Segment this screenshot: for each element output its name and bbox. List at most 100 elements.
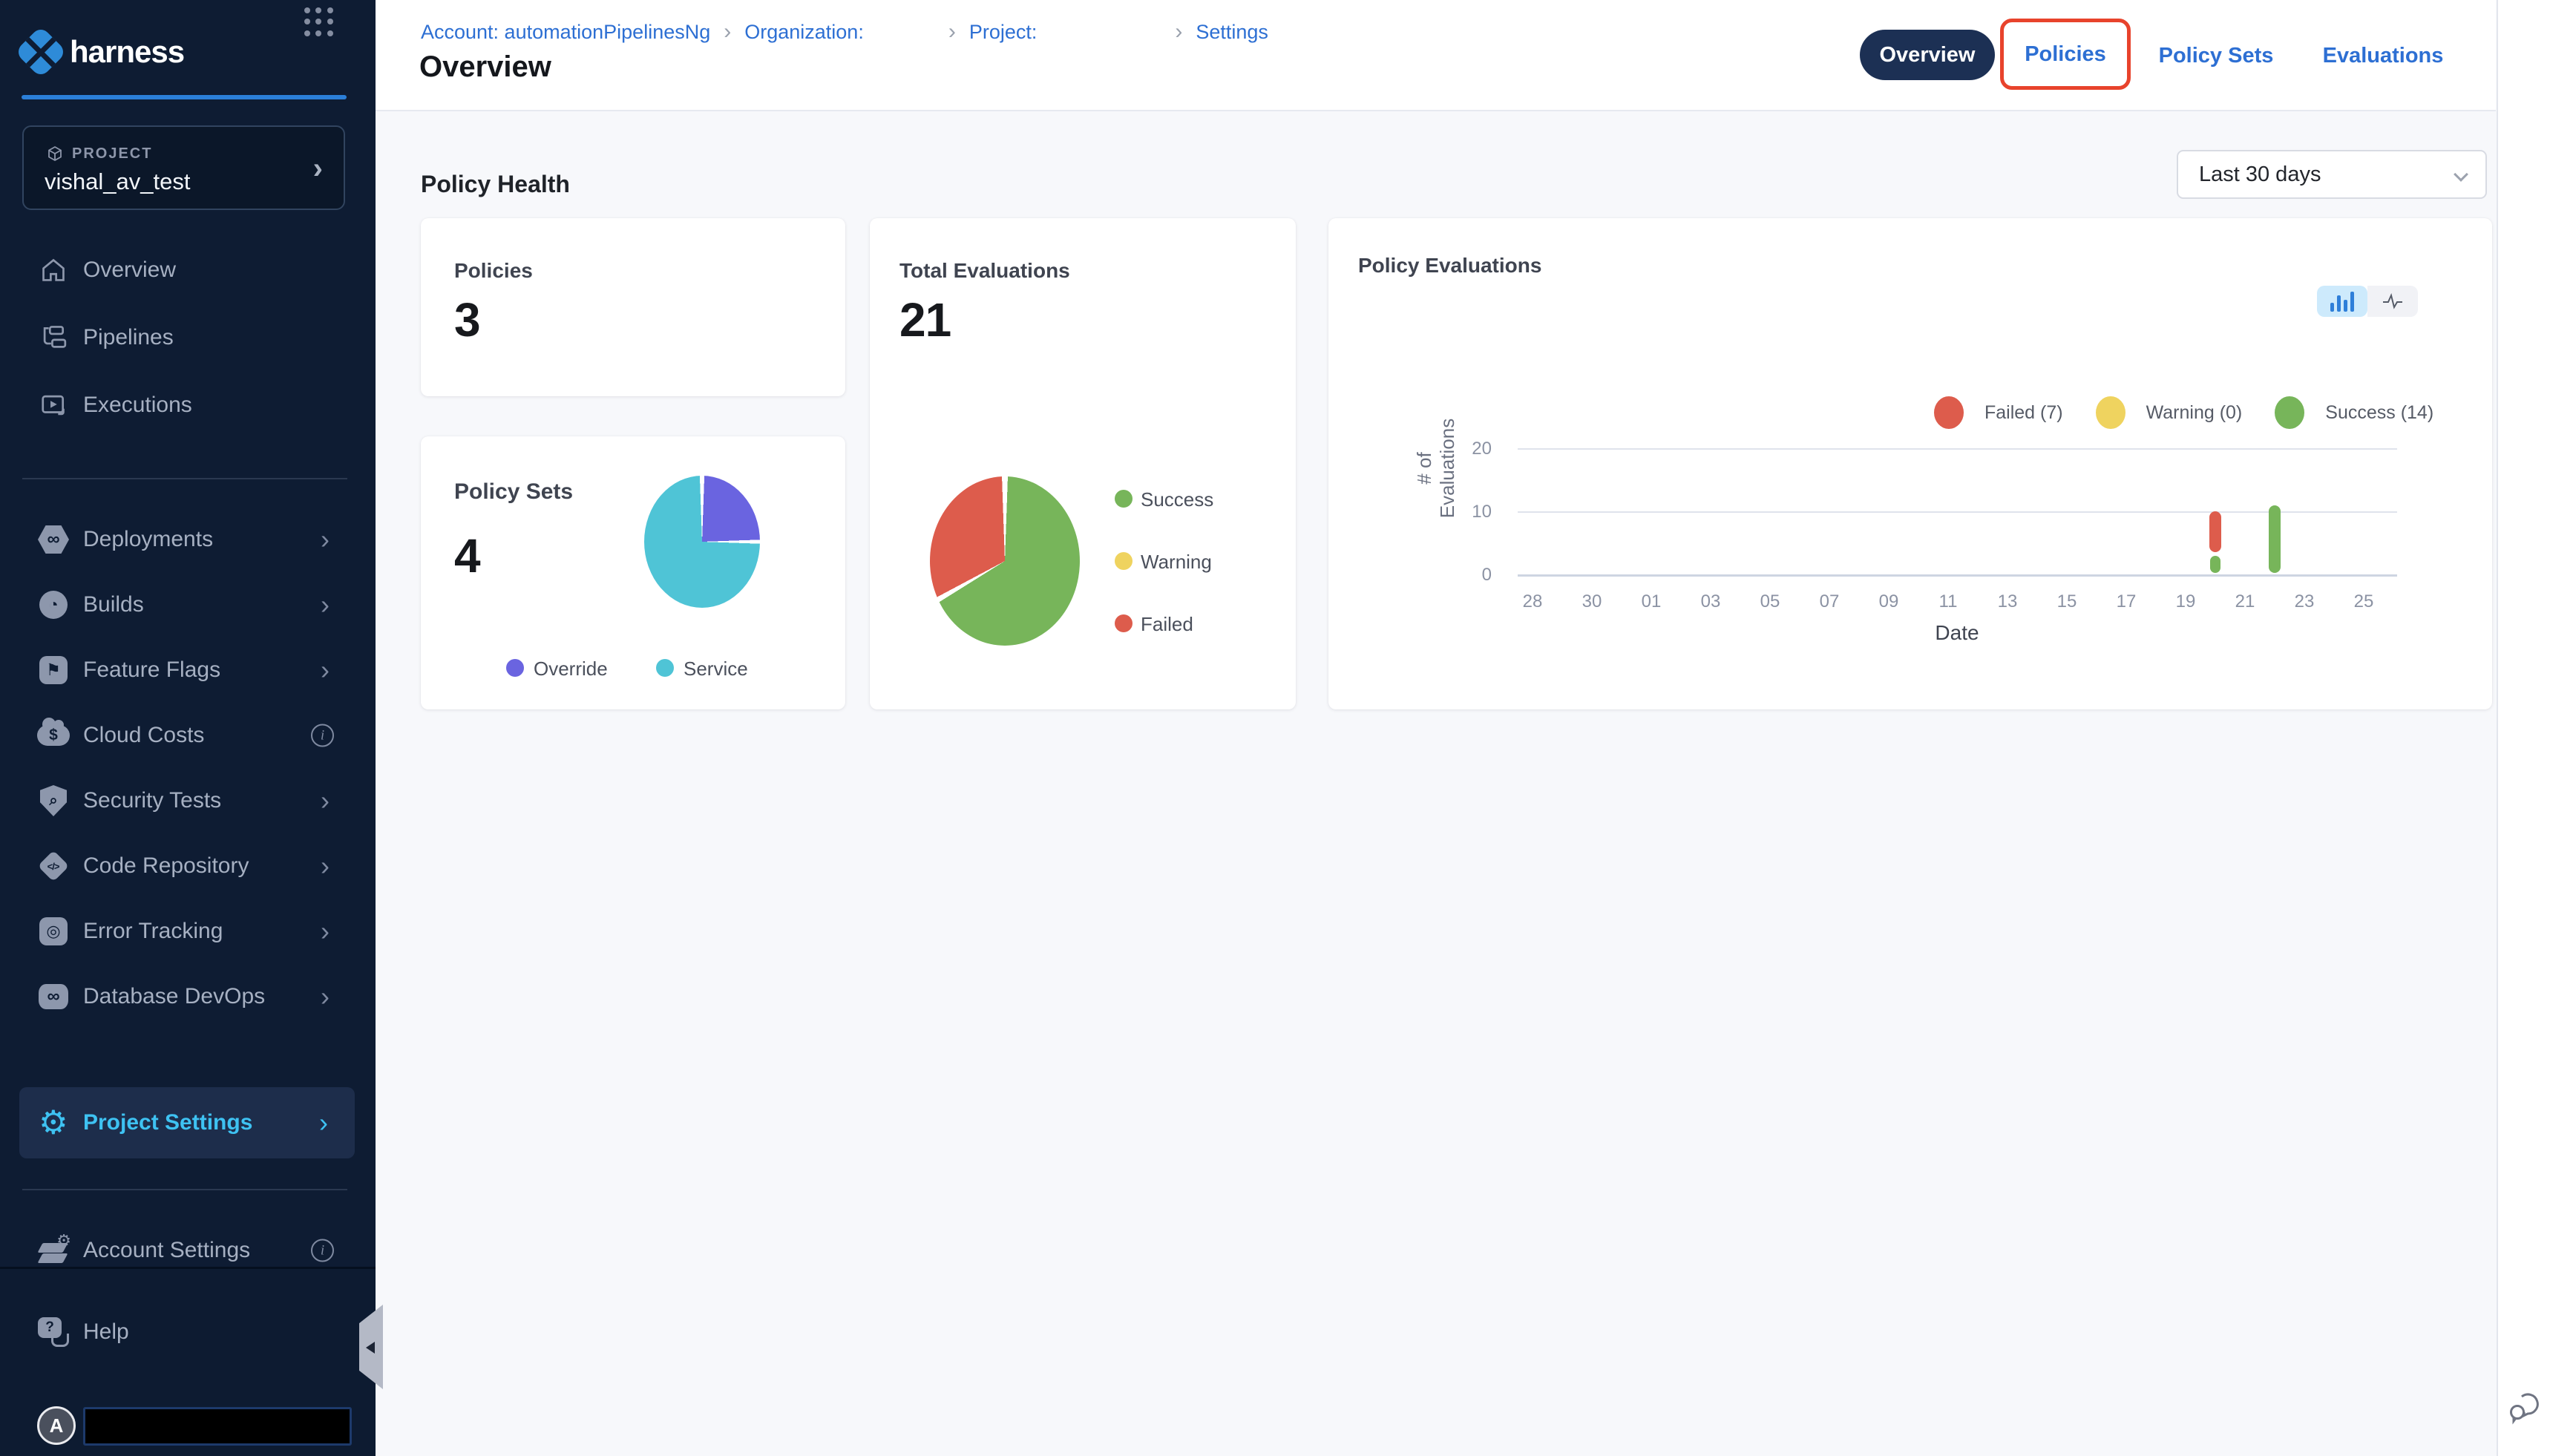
warning-legend-dot xyxy=(2096,396,2125,429)
policies-card-title: Policies xyxy=(454,259,533,283)
y-tick-0: 0 xyxy=(1447,565,1492,586)
x-tick: 21 xyxy=(2235,591,2255,612)
bar-segment xyxy=(2209,511,2221,552)
database-devops-icon: ∞ xyxy=(37,980,70,1013)
main-content: Policy Health Last 30 days Policies 3 Po… xyxy=(376,111,2497,1456)
chevron-right-icon: › xyxy=(321,785,330,816)
help-chat-icon: ? xyxy=(37,1316,70,1348)
sidebar-item-deployments[interactable]: ∞ Deployments › xyxy=(0,517,376,562)
policy-sets-count: 4 xyxy=(454,528,480,583)
cloud-costs-icon: $ xyxy=(37,719,70,752)
breadcrumb-separator: › xyxy=(724,19,731,45)
bar-segment xyxy=(2210,556,2220,574)
breadcrumb-settings[interactable]: Settings xyxy=(1196,21,1268,44)
chevron-right-icon: › xyxy=(321,916,330,947)
user-avatar[interactable]: A xyxy=(37,1406,76,1445)
breadcrumb-separator: › xyxy=(1175,19,1182,45)
sidebar-item-cloud-costs[interactable]: $ Cloud Costs i xyxy=(0,713,376,758)
gear-icon: ⚙ xyxy=(39,1104,68,1142)
project-selector[interactable]: PROJECT vishal_av_test › xyxy=(22,125,345,210)
sidebar-item-security-tests[interactable]: ⌕ Security Tests › xyxy=(0,778,376,823)
sidebar-item-executions[interactable]: Executions xyxy=(0,383,376,427)
sidebar-item-feature-flags[interactable]: ⚑ Feature Flags › xyxy=(0,648,376,692)
sidebar-item-overview[interactable]: Overview xyxy=(0,248,376,292)
info-icon[interactable]: i xyxy=(311,724,334,747)
x-tick: 19 xyxy=(2176,591,2196,612)
x-tick: 17 xyxy=(2117,591,2137,612)
x-axis-ticks: 283001030507091113151719212325 xyxy=(1328,591,2492,614)
info-icon[interactable]: i xyxy=(311,1239,334,1262)
success-legend-label: Success (14) xyxy=(2325,402,2433,424)
x-tick: 09 xyxy=(1879,591,1899,612)
breadcrumb-organization[interactable]: Organization: xyxy=(744,21,864,44)
builds-icon: ◔ xyxy=(37,588,70,621)
warning-legend-dot xyxy=(1115,552,1133,570)
project-selector-value: vishal_av_test xyxy=(45,168,190,195)
chevron-right-icon: › xyxy=(321,655,330,686)
project-selector-label: PROJECT xyxy=(72,145,152,163)
sidebar-item-database-devops[interactable]: ∞ Database DevOps › xyxy=(0,974,376,1019)
sidebar-item-code-repository[interactable]: </> Code Repository › xyxy=(0,844,376,888)
x-tick: 28 xyxy=(1523,591,1543,612)
policy-sets-pie-chart xyxy=(644,476,760,608)
policy-evaluations-card: Policy Evaluations Failed (7) Warning (0… xyxy=(1328,218,2492,709)
bar-chart-toggle-button[interactable] xyxy=(2317,286,2367,317)
sidebar-item-project-settings[interactable]: ⚙ Project Settings › xyxy=(19,1087,355,1158)
x-tick: 25 xyxy=(2354,591,2374,612)
sidebar-item-pipelines[interactable]: Pipelines xyxy=(0,315,376,360)
y-tick-10: 10 xyxy=(1447,502,1492,522)
bar-segment xyxy=(2269,505,2281,574)
failed-legend-dot xyxy=(1934,396,1964,429)
total-evaluations-card-title: Total Evaluations xyxy=(899,259,1070,283)
tab-policies[interactable]: Policies xyxy=(2025,42,2106,67)
gridline-10 xyxy=(1518,511,2397,513)
x-tick: 01 xyxy=(1642,591,1662,612)
section-title: Policy Health xyxy=(421,171,570,198)
chevron-right-icon: › xyxy=(321,850,330,882)
breadcrumb-account[interactable]: Account: automationPipelinesNg xyxy=(421,21,710,44)
tab-policy-sets[interactable]: Policy Sets xyxy=(2157,0,2275,111)
breadcrumb-project[interactable]: Project: xyxy=(969,21,1038,44)
feature-flags-icon: ⚑ xyxy=(37,654,70,686)
service-legend-label: Service xyxy=(684,658,748,681)
executions-icon xyxy=(37,389,70,422)
policies-count: 3 xyxy=(454,292,480,347)
tab-overview[interactable]: Overview xyxy=(1860,30,1995,80)
sidebar-item-help[interactable]: ? Help xyxy=(0,1310,376,1354)
gridline-20 xyxy=(1518,448,2397,450)
service-legend-dot xyxy=(656,659,674,677)
sidebar-item-error-tracking[interactable]: ◎ Error Tracking › xyxy=(0,909,376,954)
page-header: Account: automationPipelinesNg › Organiz… xyxy=(376,0,2496,111)
sidebar-item-account-settings[interactable]: ⚙ Account Settings i xyxy=(0,1228,376,1273)
home-icon xyxy=(37,254,70,286)
line-chart-toggle-button[interactable] xyxy=(2367,286,2418,317)
x-tick: 30 xyxy=(1582,591,1602,612)
chevron-down-icon xyxy=(2454,167,2468,182)
sidebar-item-builds[interactable]: ◔ Builds › xyxy=(0,583,376,627)
x-axis-title: Date xyxy=(1890,621,2024,645)
chevron-right-icon: › xyxy=(321,524,330,555)
app-grid-icon[interactable] xyxy=(304,7,334,37)
x-tick: 15 xyxy=(2057,591,2077,612)
sidebar-accent-rule xyxy=(22,95,347,99)
sidebar-divider xyxy=(22,478,347,479)
right-rail xyxy=(2497,0,2550,1456)
harness-logo-icon xyxy=(15,26,68,79)
chevron-right-icon: › xyxy=(321,589,330,620)
failed-legend-dot xyxy=(1115,614,1133,632)
warning-legend-label: Warning (0) xyxy=(2146,402,2243,424)
x-tick: 07 xyxy=(1820,591,1840,612)
tab-evaluations[interactable]: Evaluations xyxy=(2320,0,2446,111)
success-legend-dot xyxy=(1115,490,1133,508)
x-tick: 03 xyxy=(1701,591,1721,612)
y-tick-20: 20 xyxy=(1447,439,1492,459)
tab-policies-highlight-box[interactable]: Policies xyxy=(2000,19,2131,90)
date-range-select[interactable]: Last 30 days xyxy=(2177,150,2487,199)
cube-icon xyxy=(46,145,64,163)
pipelines-icon xyxy=(37,321,70,354)
chevron-right-icon: › xyxy=(313,155,323,182)
chevron-right-icon: › xyxy=(319,1107,328,1138)
override-legend-label: Override xyxy=(534,658,608,681)
support-chat-icon[interactable] xyxy=(2507,1389,2543,1429)
bar-chart-icon xyxy=(2330,291,2354,312)
